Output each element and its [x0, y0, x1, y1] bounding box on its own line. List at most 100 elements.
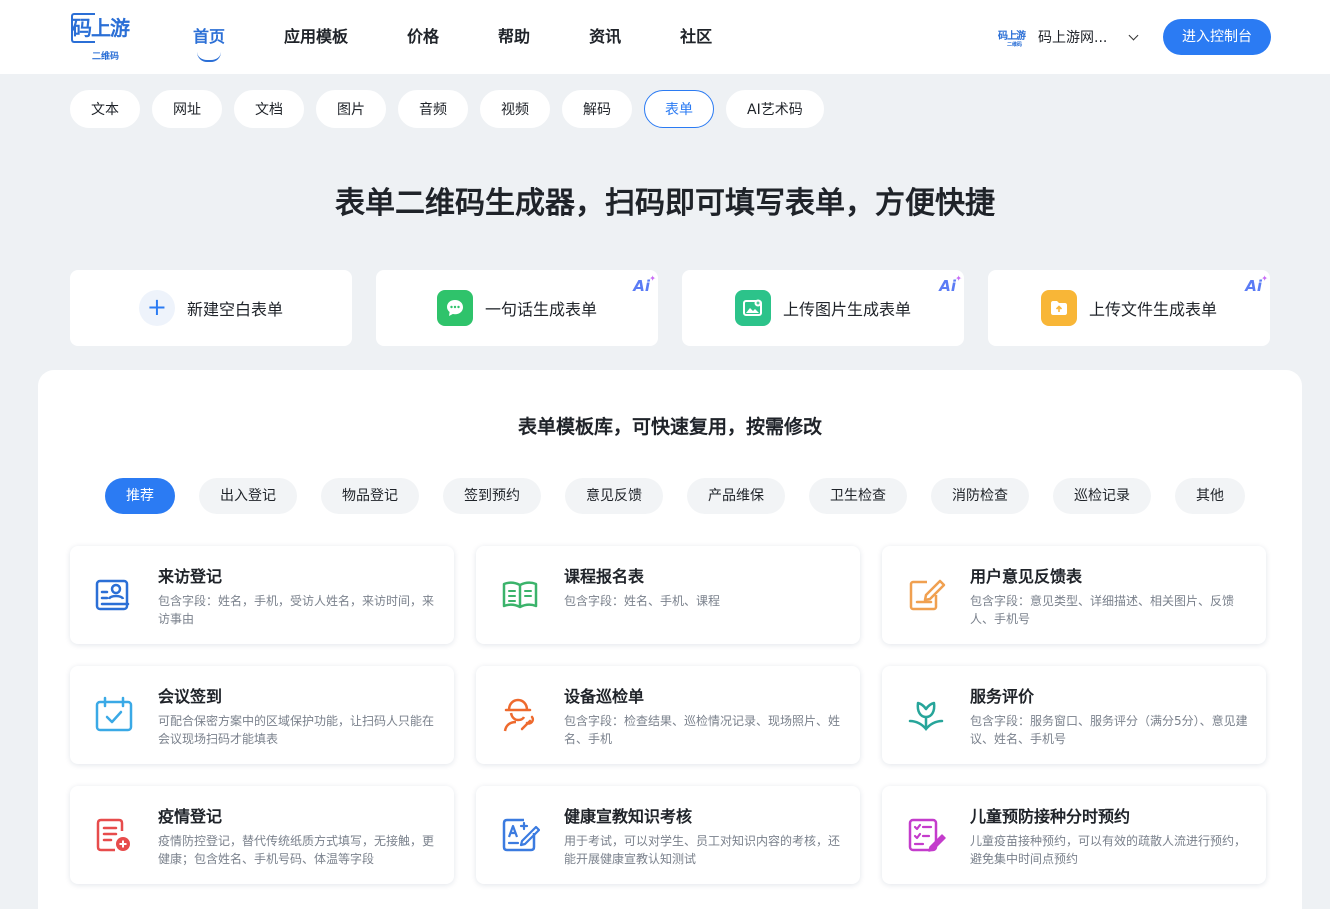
logo-sub-text: 二维码: [92, 52, 120, 62]
nav-item-label: 资讯: [589, 27, 622, 46]
nav-item-label: 社区: [680, 27, 713, 46]
template-library-panel: 表单模板库，可快速复用，按需修改 推荐 出入登记 物品登记 签到预约 意见反馈 …: [38, 370, 1302, 909]
template-library-title: 表单模板库，可快速复用，按需修改: [517, 416, 822, 438]
nav-item-templates[interactable]: 应用模板: [267, 0, 365, 74]
ai-badge-text: Ai: [633, 277, 650, 295]
visitor-card-icon: [95, 579, 130, 611]
new-blank-form-button[interactable]: + 新建空白表单: [70, 270, 352, 346]
folder-upload-icon: [1040, 290, 1077, 326]
plus-icon: +: [138, 290, 175, 326]
category-chip-decode[interactable]: 解码: [562, 90, 632, 128]
logo-main-text: 码上游: [72, 16, 130, 40]
qr-category-bar: 文本 网址 文档 图片 音频 视频 解码 表单 AI艺术码: [70, 90, 836, 128]
template-title: 疫情登记: [158, 807, 223, 826]
template-desc: 包含字段：姓名、手机、课程: [564, 594, 721, 608]
tab-other[interactable]: 其他: [1175, 478, 1245, 514]
checklist-pen-icon: [908, 818, 946, 852]
tab-fire-inspection[interactable]: 消防检查: [931, 478, 1029, 514]
ai-badge-text: Ai: [939, 277, 956, 295]
tab-entry-registration[interactable]: 出入登记: [199, 478, 297, 514]
template-desc: 包含字段：姓名，手机，受访人姓名，来访时间，来访事由: [158, 594, 435, 626]
page-title: 表单二维码生成器，扫码即可填写表单，方便快捷: [335, 186, 995, 221]
category-chip-document[interactable]: 文档: [234, 90, 304, 128]
template-title: 课程报名表: [564, 567, 645, 586]
template-card[interactable]: 课程报名表 包含字段：姓名、手机、课程: [476, 546, 860, 644]
avatar-logo-text: 码上游: [998, 31, 1026, 42]
action-label: 上传文件生成表单: [1088, 300, 1217, 319]
nav-item-community[interactable]: 社区: [663, 0, 729, 74]
main-nav: 首页 应用模板 价格 帮助 资讯 社区: [176, 0, 754, 74]
tab-recommended[interactable]: 推荐: [105, 478, 175, 514]
ai-image-form-button[interactable]: 上传图片生成表单 Ai ✦: [682, 270, 964, 346]
template-title: 设备巡检单: [564, 687, 645, 706]
chevron-down-icon[interactable]: [1128, 30, 1139, 40]
nav-item-home[interactable]: 首页: [176, 0, 242, 74]
brand-logo[interactable]: 码上游 二维码: [71, 12, 142, 62]
sparkle-icon: ✦: [649, 274, 656, 283]
nav-item-label: 应用模板: [284, 27, 349, 46]
template-title: 用户意见反馈表: [970, 567, 1083, 586]
flower-icon: [908, 701, 944, 731]
category-chip-image[interactable]: 图片: [316, 90, 386, 128]
template-title: 服务评价: [970, 687, 1035, 706]
tab-signin-booking[interactable]: 签到预约: [443, 478, 541, 514]
template-card[interactable]: 来访登记 包含字段：姓名，手机，受访人姓名，来访时间，来访事由: [70, 546, 454, 644]
nav-item-label: 价格: [407, 27, 440, 46]
template-desc: 儿童疫苗接种预约，可以有效的疏散人流进行预约，避免集中时间点预约: [970, 834, 1247, 866]
category-chip-url[interactable]: 网址: [152, 90, 222, 128]
template-desc: 疫情防控登记，替代传统纸质方式填写，无接触，更健康；包含姓名、手机号码、体温等字…: [158, 834, 435, 866]
template-title: 儿童预防接种分时预约: [970, 807, 1131, 826]
template-desc: 用于考试，可以对学生、员工对知识内容的考核，还能开展健康宣教认知测试: [564, 834, 841, 866]
open-book-icon: [502, 581, 538, 609]
user-menu[interactable]: 码上游 二维码 码上游网...: [998, 25, 1139, 49]
user-avatar: 码上游 二维码: [998, 26, 1028, 48]
exam-edit-icon: [502, 818, 540, 852]
tab-feedback[interactable]: 意见反馈: [565, 478, 663, 514]
nav-item-pricing[interactable]: 价格: [390, 0, 456, 74]
category-chip-ai-art[interactable]: AI艺术码: [726, 90, 824, 128]
edit-note-icon: [909, 579, 946, 611]
avatar-logo-sub: 二维码: [1007, 42, 1023, 48]
worker-wrench-icon: [503, 698, 535, 732]
calendar-check-icon: [95, 696, 133, 732]
tab-hygiene-inspection[interactable]: 卫生检查: [809, 478, 907, 514]
template-card[interactable]: 疫情登记 疫情防控登记，替代传统纸质方式填写，无接触，更健康；包含姓名、手机号码…: [70, 786, 454, 884]
user-name: 码上游网...: [1038, 30, 1108, 46]
template-desc: 可配合保密方案中的区域保护功能，让扫码人只能在会议现场扫码才能填表: [158, 714, 435, 746]
template-card[interactable]: 用户意见反馈表 包含字段：意见类型、详细描述、相关图片、反馈人、手机号: [882, 546, 1266, 644]
active-indicator: [197, 52, 221, 62]
image-upload-icon: [734, 290, 771, 326]
template-title: 会议签到: [158, 687, 223, 706]
ai-badge-text: Ai: [1245, 277, 1262, 295]
category-chip-form[interactable]: 表单: [644, 90, 714, 128]
ai-file-form-button[interactable]: 上传文件生成表单 Ai ✦: [988, 270, 1270, 346]
create-actions: + 新建空白表单 一句话生成表单 Ai ✦ 上传图片生成表单 Ai ✦ 上传文件生成…: [70, 270, 1294, 346]
template-card[interactable]: 设备巡检单 包含字段：检查结果、巡检情况记录、现场照片、姓名、手机: [476, 666, 860, 764]
template-card[interactable]: 会议签到 可配合保密方案中的区域保护功能，让扫码人只能在会议现场扫码才能填表: [70, 666, 454, 764]
category-chip-audio[interactable]: 音频: [398, 90, 468, 128]
template-card[interactable]: 服务评价 包含字段：服务窗口、服务评分（满分5分）、意见建议、姓名、手机号: [882, 666, 1266, 764]
action-label: 一句话生成表单: [484, 300, 597, 319]
enter-console-button[interactable]: 进入控制台: [1163, 19, 1271, 55]
template-tabs: 推荐 出入登记 物品登记 签到预约 意见反馈 产品维保 卫生检查 消防检查 巡检…: [105, 478, 1269, 514]
template-title: 来访登记: [158, 567, 223, 586]
template-desc: 包含字段：意见类型、详细描述、相关图片、反馈人、手机号: [970, 594, 1235, 626]
sparkle-icon: ✦: [1261, 274, 1268, 283]
tab-item-registration[interactable]: 物品登记: [321, 478, 419, 514]
template-title: 健康宣教知识考核: [564, 807, 693, 826]
action-label: 上传图片生成表单: [782, 300, 911, 319]
template-desc: 包含字段：检查结果、巡检情况记录、现场照片、姓名、手机: [564, 714, 841, 746]
chat-bubble-icon: [436, 290, 473, 326]
template-card[interactable]: 儿童预防接种分时预约 儿童疫苗接种预约，可以有效的疏散人流进行预约，避免集中时间…: [882, 786, 1266, 884]
ai-badge: Ai ✦: [1245, 274, 1268, 295]
template-card[interactable]: 健康宣教知识考核 用于考试，可以对学生、员工对知识内容的考核，还能开展健康宣教认…: [476, 786, 860, 884]
nav-item-news[interactable]: 资讯: [572, 0, 638, 74]
category-chip-text[interactable]: 文本: [70, 90, 140, 128]
category-chip-video[interactable]: 视频: [480, 90, 550, 128]
tab-product-maintenance[interactable]: 产品维保: [687, 478, 785, 514]
tab-patrol-record[interactable]: 巡检记录: [1053, 478, 1151, 514]
ai-sentence-form-button[interactable]: 一句话生成表单 Ai ✦: [376, 270, 658, 346]
nav-item-help[interactable]: 帮助: [481, 0, 547, 74]
top-header: 码上游 二维码 首页 应用模板 价格 帮助 资讯 社区 码上游 二维码 码上游网…: [0, 0, 1330, 74]
ai-badge: Ai ✦: [633, 274, 656, 295]
